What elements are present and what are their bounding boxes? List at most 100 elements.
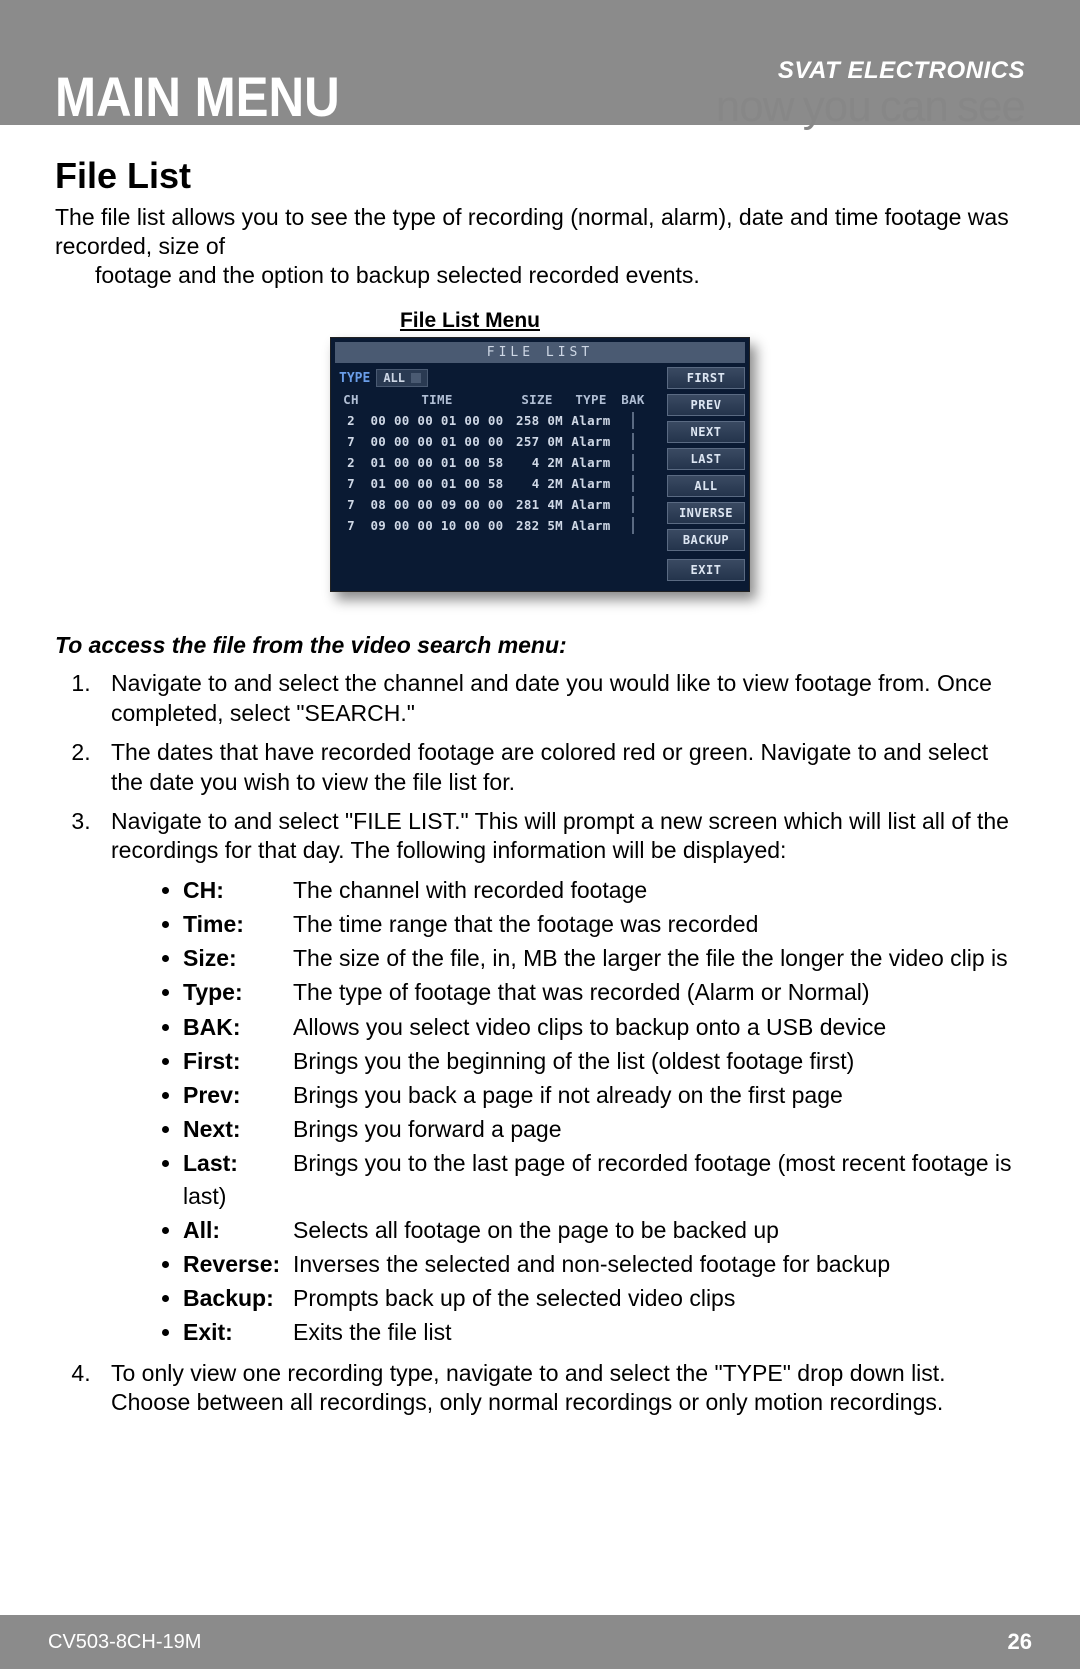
definition-item: Type:The type of footage that was record… <box>183 976 1025 1008</box>
intro-text: The file list allows you to see the type… <box>55 203 1025 289</box>
dvr-left-panel: TYPE ALL CH TIME SIZE TYPE BAK 2 00 00 00… <box>335 367 661 551</box>
page-content: MAIN MENU SVAT ELECTRONICS now you can s… <box>0 0 1080 1417</box>
cell-bak[interactable] <box>619 455 647 470</box>
screenshot-area: File List Menu FILE LIST TYPE ALL CH TIM… <box>55 309 1025 592</box>
definition-desc: The type of footage that was recorded (A… <box>293 979 870 1005</box>
hdr-time: TIME <box>367 392 507 407</box>
definition-term: Next: <box>183 1113 293 1145</box>
definition-desc: Prompts back up of the selected video cl… <box>293 1285 735 1311</box>
table-row[interactable]: 709 00 00 10 00 00282 5MAlarm <box>335 515 661 536</box>
cell-time: 00 00 00 01 00 00 <box>367 413 507 428</box>
definition-term: Time: <box>183 908 293 940</box>
exit-button[interactable]: EXIT <box>667 559 745 581</box>
backup-button[interactable]: BACKUP <box>667 529 745 551</box>
cell-bak[interactable] <box>619 413 647 428</box>
header-row: MAIN MENU SVAT ELECTRONICS now you can s… <box>55 50 1025 125</box>
table-row[interactable]: 2 00 00 00 01 00 00 258 0M Alarm <box>335 410 661 431</box>
dvr-screenshot: FILE LIST TYPE ALL CH TIME SIZE TYPE <box>330 337 750 592</box>
definition-desc: The time range that the footage was reco… <box>293 911 758 937</box>
cell-size: 257 0M <box>511 434 563 449</box>
main-menu-title: MAIN MENU <box>55 69 340 125</box>
instructions-subhead: To access the file from the video search… <box>55 632 1025 659</box>
step-1-text: Navigate to and select the channel and d… <box>111 670 992 725</box>
checkbox-icon[interactable] <box>632 517 634 534</box>
dvr-type-value: ALL <box>383 371 405 385</box>
table-row[interactable]: 701 00 00 01 00 584 2MAlarm <box>335 473 661 494</box>
definition-term: All: <box>183 1214 293 1246</box>
cell-bak[interactable] <box>619 476 647 491</box>
chevron-down-icon <box>411 373 421 383</box>
step-2: The dates that have recorded footage are… <box>97 738 1025 797</box>
step-3-text: Navigate to and select "FILE LIST." This… <box>111 808 1009 863</box>
table-row[interactable]: 700 00 00 01 00 00257 0MAlarm <box>335 431 661 452</box>
table-row[interactable]: 708 00 00 09 00 00281 4MAlarm <box>335 494 661 515</box>
all-button[interactable]: ALL <box>667 475 745 497</box>
definition-desc: Exits the file list <box>293 1319 452 1345</box>
checkbox-icon[interactable] <box>632 496 634 513</box>
definition-term: Reverse: <box>183 1248 293 1280</box>
cell-bak[interactable] <box>619 518 647 533</box>
definition-item: CH:The channel with recorded footage <box>183 874 1025 906</box>
cell-size: 258 0M <box>511 413 563 428</box>
dvr-bottom: EXIT <box>335 559 745 581</box>
cell-type: Alarm <box>567 497 615 512</box>
hdr-type: TYPE <box>567 392 615 407</box>
intro-line1: The file list allows you to see the type… <box>55 204 1009 259</box>
definition-item: Time:The time range that the footage was… <box>183 908 1025 940</box>
dvr-title: FILE LIST <box>335 342 745 363</box>
definition-item: Reverse:Inverses the selected and non-se… <box>183 1248 1025 1280</box>
checkbox-icon[interactable] <box>632 412 634 429</box>
steps-list: Navigate to and select the channel and d… <box>97 669 1025 1417</box>
checkbox-icon[interactable] <box>632 433 634 450</box>
definition-desc: Brings you back a page if not already on… <box>293 1082 843 1108</box>
cell-size: 4 2M <box>511 455 563 470</box>
next-button[interactable]: NEXT <box>667 421 745 443</box>
definition-item: Last:Brings you to the last page of reco… <box>183 1147 1025 1211</box>
hdr-bak: BAK <box>619 392 647 407</box>
dvr-rows: 2 00 00 00 01 00 00 258 0M Alarm 7 00 00 00 0… <box>335 410 661 536</box>
step-1: Navigate to and select the channel and d… <box>97 669 1025 728</box>
cell-time: 08 00 00 09 00 00 <box>367 497 507 512</box>
definition-term: CH: <box>183 874 293 906</box>
brand-top: SVAT ELECTRONICS <box>716 61 1025 81</box>
definition-item: Prev:Brings you back a page if not alrea… <box>183 1079 1025 1111</box>
cell-size: 281 4M <box>511 497 563 512</box>
cell-ch: 2 <box>339 413 363 428</box>
cell-type: Alarm <box>567 476 615 491</box>
cell-time: 01 00 00 01 00 58 <box>367 455 507 470</box>
dvr-type-label: TYPE <box>339 371 370 386</box>
intro-line2: footage and the option to backup selecte… <box>55 261 1025 290</box>
prev-button[interactable]: PREV <box>667 394 745 416</box>
cell-type: Alarm <box>567 434 615 449</box>
cell-bak[interactable] <box>619 497 647 512</box>
cell-ch: 7 <box>339 434 363 449</box>
inverse-button[interactable]: INVERSE <box>667 502 745 524</box>
step-4-text: To only view one recording type, navigat… <box>111 1360 946 1415</box>
definition-item: Backup:Prompts back up of the selected v… <box>183 1282 1025 1314</box>
dvr-type-row: TYPE ALL <box>335 367 661 389</box>
definition-item: Exit:Exits the file list <box>183 1316 1025 1348</box>
dvr-body: TYPE ALL CH TIME SIZE TYPE BAK 2 00 00 00… <box>335 367 745 551</box>
last-button[interactable]: LAST <box>667 448 745 470</box>
definition-item: BAK:Allows you select video clips to bac… <box>183 1011 1025 1043</box>
hdr-ch: CH <box>339 392 363 407</box>
footer-model: CV503-8CH-19M <box>48 1631 201 1654</box>
cell-bak[interactable] <box>619 434 647 449</box>
step-3: Navigate to and select "FILE LIST." This… <box>97 807 1025 1349</box>
definition-item: All:Selects all footage on the page to b… <box>183 1214 1025 1246</box>
footer-page-number: 26 <box>1008 1629 1032 1655</box>
cell-ch: 7 <box>339 518 363 533</box>
dvr-column-headers: CH TIME SIZE TYPE BAK <box>335 389 661 410</box>
definition-term: Size: <box>183 942 293 974</box>
cell-type: Alarm <box>567 413 615 428</box>
cell-type: Alarm <box>567 518 615 533</box>
checkbox-icon[interactable] <box>632 475 634 492</box>
definition-term: Backup: <box>183 1282 293 1314</box>
first-button[interactable]: FIRST <box>667 367 745 389</box>
section-title: File List <box>55 155 1025 197</box>
checkbox-icon[interactable] <box>632 454 634 471</box>
step-4: To only view one recording type, navigat… <box>97 1359 1025 1418</box>
dvr-type-select[interactable]: ALL <box>376 369 428 387</box>
definition-desc: Allows you select video clips to backup … <box>293 1014 886 1040</box>
table-row[interactable]: 201 00 00 01 00 584 2MAlarm <box>335 452 661 473</box>
